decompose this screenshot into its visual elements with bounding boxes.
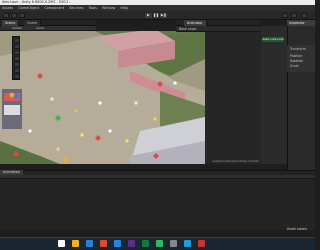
whatsapp-icon[interactable] bbox=[156, 240, 163, 247]
character-10 bbox=[173, 81, 177, 85]
scale-label: Scale bbox=[290, 64, 299, 68]
tab-game-label: Game bbox=[27, 21, 38, 25]
tab-animator-label: Animator bbox=[187, 21, 203, 25]
custom-tool-icon[interactable] bbox=[14, 74, 20, 79]
app-icon-7[interactable] bbox=[142, 240, 149, 247]
position-label: Position bbox=[290, 54, 303, 58]
base-layer-label[interactable]: Base Layer bbox=[179, 27, 197, 31]
rotate-tool-icon[interactable] bbox=[14, 50, 20, 55]
transform-tool-icon[interactable] bbox=[14, 68, 20, 73]
search-icon[interactable] bbox=[301, 13, 307, 18]
tab-scene-label: Scene bbox=[5, 21, 16, 25]
menu-gameobject[interactable]: GameObject bbox=[18, 6, 39, 10]
character-2 bbox=[74, 109, 78, 113]
menu-component[interactable]: Component bbox=[44, 6, 64, 10]
tab-inspector[interactable]: Inspector bbox=[287, 20, 315, 26]
animator-status-path: Assets/Animations/Controller.controller bbox=[212, 160, 259, 163]
animator-side-panel bbox=[261, 26, 287, 164]
cloud-icon[interactable] bbox=[11, 13, 17, 18]
character-1 bbox=[50, 97, 54, 101]
character-7 bbox=[125, 139, 129, 143]
character-9 bbox=[153, 117, 157, 121]
move-tool-icon[interactable] bbox=[14, 44, 20, 49]
character-6 bbox=[108, 129, 112, 133]
pause-button[interactable]: ❚❚ bbox=[153, 13, 161, 18]
character-8 bbox=[134, 101, 138, 105]
rect-tool-icon[interactable] bbox=[14, 62, 20, 67]
hand-tool-icon[interactable] bbox=[14, 38, 20, 43]
layers-dropdown[interactable] bbox=[282, 13, 288, 18]
timeline-toolbar bbox=[0, 175, 315, 179]
start-icon[interactable] bbox=[58, 240, 65, 247]
animator-graph[interactable] bbox=[205, 32, 261, 164]
animation-timeline[interactable] bbox=[0, 175, 315, 230]
menu-window[interactable]: Window bbox=[102, 6, 115, 10]
scene-render bbox=[0, 31, 205, 164]
rotation-label: Rotation bbox=[290, 59, 304, 63]
app-icon-11[interactable] bbox=[198, 240, 205, 247]
asset-labels-label: Asset Labels bbox=[287, 227, 307, 231]
character-11 bbox=[28, 129, 32, 133]
collab-button[interactable] bbox=[19, 13, 25, 18]
step-button[interactable]: ▶❚ bbox=[160, 13, 167, 18]
scene-tools-panel bbox=[12, 36, 20, 80]
app-icon-5[interactable] bbox=[114, 240, 121, 247]
inspector-panel bbox=[287, 20, 315, 171]
menu-assets[interactable]: Assets bbox=[2, 6, 13, 10]
character-5 bbox=[80, 133, 84, 137]
scale-tool-icon[interactable] bbox=[14, 56, 20, 61]
character-4 bbox=[56, 147, 60, 151]
transform-header[interactable]: Transform bbox=[290, 47, 306, 51]
browser-icon[interactable] bbox=[86, 240, 93, 247]
play-controls: ▶ ❚❚ ▶❚ bbox=[145, 13, 167, 18]
explorer-icon[interactable] bbox=[72, 240, 79, 247]
selected-object bbox=[9, 92, 15, 98]
app-icon-10[interactable] bbox=[184, 240, 191, 247]
unity-icon[interactable] bbox=[170, 240, 177, 247]
account-button[interactable] bbox=[3, 13, 9, 18]
left-structure-white bbox=[4, 105, 20, 115]
scene-view[interactable] bbox=[0, 31, 205, 164]
app-icon-4[interactable] bbox=[100, 240, 107, 247]
character-3 bbox=[98, 101, 102, 105]
visual-studio-icon[interactable] bbox=[128, 240, 135, 247]
auto-live-link-button[interactable]: Auto Live Link bbox=[262, 37, 284, 42]
menu-tools[interactable]: Tools bbox=[89, 6, 97, 10]
play-button[interactable]: ▶ bbox=[145, 13, 153, 18]
menu-help[interactable]: Help bbox=[120, 6, 128, 10]
menu-services[interactable]: Services bbox=[69, 6, 83, 10]
layout-dropdown[interactable] bbox=[291, 13, 297, 18]
